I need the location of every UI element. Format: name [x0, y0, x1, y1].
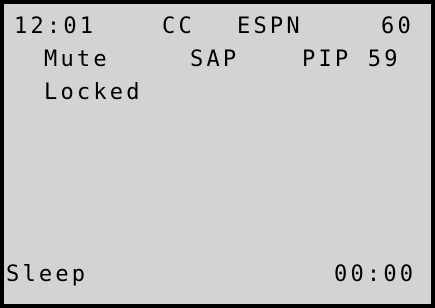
sap-indicator: SAP [190, 47, 240, 72]
pip-channel-indicator: PIP 59 [302, 47, 401, 72]
locked-indicator: Locked [44, 80, 143, 105]
channel-number: 60 [381, 14, 414, 39]
clock-time: 12:01 [14, 14, 97, 39]
sleep-timer: 00:00 [334, 262, 417, 287]
closed-caption-indicator: CC [162, 14, 195, 39]
channel-name: ESPN [237, 14, 303, 39]
tv-osd-screen: 12:01 CC ESPN 60 Mute SAP PIP 59 Locked … [0, 0, 435, 308]
mute-indicator: Mute [44, 47, 110, 72]
sleep-label: Sleep [6, 262, 89, 287]
